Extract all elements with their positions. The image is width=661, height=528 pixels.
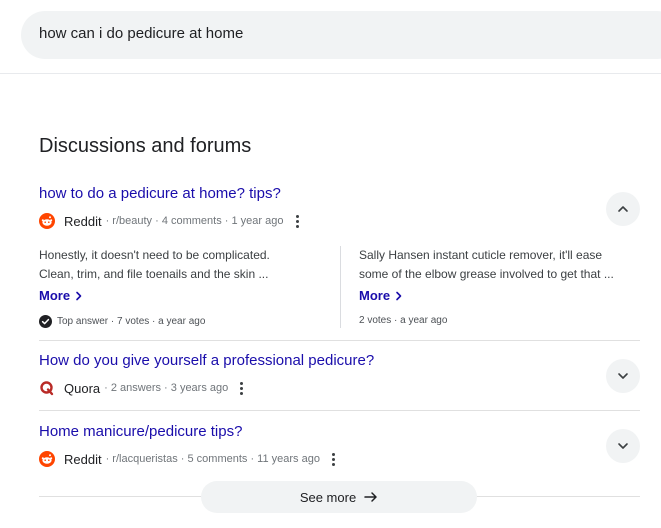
thread-meta-2: Quora · 2 answers · 3 years ago: [39, 379, 244, 397]
source-name[interactable]: Reddit: [64, 214, 102, 229]
header-divider: [0, 73, 661, 74]
expand-button[interactable]: [606, 429, 640, 463]
source-meta: · r/beauty · 4 comments · 1 year ago: [105, 215, 284, 227]
see-more-label: See more: [299, 489, 357, 505]
collapse-button[interactable]: [606, 192, 640, 226]
thread-title-3[interactable]: Home manicure/pedicure tips?: [39, 423, 242, 440]
more-link-1[interactable]: More: [39, 288, 83, 303]
search-input[interactable]: how can i do pedicure at home: [39, 25, 243, 42]
more-label: More: [39, 288, 71, 303]
answer-foot-text: Top answer · 7 votes · a year ago: [57, 316, 206, 327]
source-name[interactable]: Reddit: [64, 452, 102, 467]
answer-line: Sally Hansen instant cuticle remover, it…: [359, 248, 603, 262]
row-divider: [39, 340, 640, 341]
thread-title-2[interactable]: How do you give yourself a professional …: [39, 352, 374, 369]
arrow-right-icon: [364, 492, 377, 502]
search-bar[interactable]: how can i do pedicure at home: [21, 11, 661, 59]
answer-line: Clean, trim, and file toenails and the s…: [39, 267, 269, 281]
row-divider: [39, 410, 640, 411]
more-link-2[interactable]: More: [359, 288, 403, 303]
answer-line: Honestly, it doesn't need to be complica…: [39, 248, 270, 262]
answer-foot-1: Top answer · 7 votes · a year ago: [39, 315, 205, 328]
chevron-up-icon: [618, 206, 628, 212]
see-more-button[interactable]: See more: [201, 481, 477, 513]
source-meta: · r/lacqueristas · 5 comments · 11 years…: [105, 453, 320, 465]
reddit-logo-icon: [39, 213, 55, 229]
reddit-logo-icon: [39, 451, 55, 467]
answer-foot-text: 2 votes · a year ago: [359, 315, 448, 326]
answer-foot-2: 2 votes · a year ago: [359, 315, 447, 326]
more-vert-icon[interactable]: [240, 381, 244, 395]
expand-button[interactable]: [606, 359, 640, 393]
column-divider: [340, 246, 341, 328]
chevron-right-icon: [76, 291, 82, 300]
quora-logo-icon: [40, 381, 54, 396]
source-meta: · 2 answers · 3 years ago: [104, 382, 229, 394]
chevron-down-icon: [618, 373, 628, 379]
more-vert-icon[interactable]: [295, 214, 299, 228]
thread-title-1[interactable]: how to do a pedicure at home? tips?: [39, 185, 281, 202]
section-title: Discussions and forums: [39, 135, 252, 157]
check-circle-icon: [39, 315, 52, 328]
thread-meta-3: Reddit · r/lacqueristas · 5 comments · 1…: [39, 450, 335, 468]
thread-meta-1: Reddit · r/beauty · 4 comments · 1 year …: [39, 212, 299, 230]
answer-snippet-1: Honestly, it doesn't need to be complica…: [39, 246, 304, 284]
chevron-right-icon: [396, 291, 402, 300]
more-label: More: [359, 288, 391, 303]
more-vert-icon[interactable]: [331, 452, 335, 466]
source-name[interactable]: Quora: [64, 381, 100, 396]
answer-line: some of the elbow grease involved to get…: [359, 267, 614, 281]
chevron-down-icon: [618, 443, 628, 449]
answer-snippet-2: Sally Hansen instant cuticle remover, it…: [359, 246, 639, 284]
